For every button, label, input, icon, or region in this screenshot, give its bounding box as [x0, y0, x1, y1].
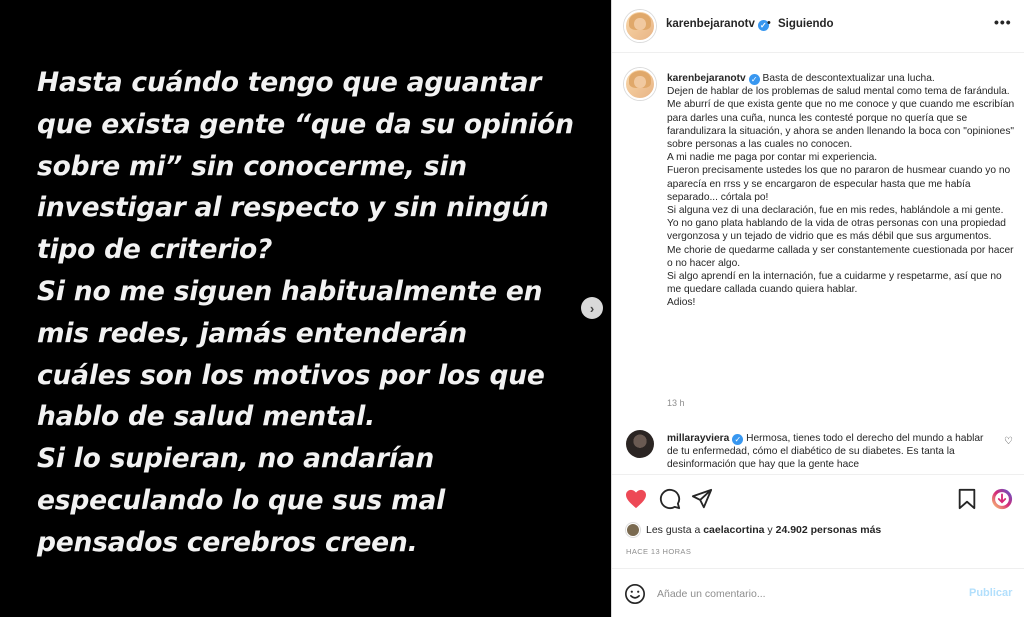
add-comment-bar: Publicar: [612, 568, 1024, 617]
header-separator: •: [767, 17, 771, 29]
caption-line: Si alguna vez di una declaración, fue en…: [667, 205, 1004, 217]
media-text-line: cuáles son los motivos por los que: [37, 359, 545, 391]
caption-line: Basta de descontextualizar una lucha.: [759, 73, 935, 84]
media-text-line: especulando lo que sus mal: [37, 484, 446, 516]
comment-like-heart-icon[interactable]: ♡: [1004, 436, 1013, 447]
commenter-username[interactable]: millarayviera: [667, 433, 729, 444]
post-time-ago[interactable]: HACE 13 HORAS: [626, 547, 691, 556]
post-panel: karenbejaranotv ✓ • Siguiendo ••• karenbe…: [611, 0, 1024, 617]
caption-author-avatar[interactable]: [624, 68, 656, 100]
media-text-line: mis redes, jamás entenderán: [37, 317, 467, 349]
verified-badge-icon: ✓: [748, 74, 760, 85]
caption-line: Si algo aprendí en la internación, fue a…: [667, 271, 1002, 296]
media-text-line: Hasta cuándo tengo que aguantar: [37, 67, 542, 98]
likes-count[interactable]: 24.902 personas más: [776, 524, 882, 536]
caption-line: Fueron precisamente ustedes los que no p…: [667, 165, 1011, 203]
media-text-line: pensados cerebros creen.: [37, 526, 418, 558]
caption-line: Me aburrí de que exista gente que no me …: [667, 99, 1015, 151]
media-text: Hasta cuándo tengo que aguantar que exist…: [37, 62, 597, 564]
download-extension-icon[interactable]: [990, 487, 1014, 511]
comment-bubble-icon[interactable]: [658, 487, 682, 511]
post-media[interactable]: Hasta cuándo tengo que aguantar que exist…: [0, 0, 611, 617]
commenter-avatar[interactable]: [626, 430, 654, 458]
author-username[interactable]: karenbejaranotv ✓: [666, 18, 769, 31]
caption-line: Yo no gano plata hablando de la vida de …: [667, 218, 1006, 243]
media-text-line: investigar al respecto y sin ningún: [37, 192, 549, 224]
author-avatar[interactable]: [624, 10, 656, 42]
media-text-line: Si lo supieran, no andarían: [37, 443, 435, 475]
comment-input[interactable]: [657, 585, 957, 603]
caption-text: karenbejaranotv ✓ Basta de descontextuali…: [667, 72, 1017, 310]
liker-username[interactable]: caelacortina: [703, 524, 764, 536]
likes-middle: y: [764, 524, 776, 536]
comments-scroll-area[interactable]: karenbejaranotv ✓ Basta de descontextuali…: [612, 54, 1024, 474]
caption-line: Dejen de hablar de los problemas de salu…: [667, 86, 1010, 98]
action-bar: [612, 474, 1024, 524]
author-username-text[interactable]: karenbejaranotv: [666, 18, 755, 30]
media-text-line: tipo de criterio?: [37, 234, 273, 266]
like-heart-icon[interactable]: [624, 487, 648, 511]
media-text-line: que exista gente “que da su opinión: [37, 108, 574, 140]
comment-text: millarayviera ✓ Hermosa, tienes todo el d…: [667, 432, 997, 472]
media-text-line: Si no me siguen habitualmente en: [37, 275, 543, 307]
publish-button[interactable]: Publicar: [969, 587, 1012, 599]
media-text-line: hablo de salud mental.: [37, 401, 375, 433]
verified-badge-icon: ✓: [732, 434, 744, 445]
caption-username[interactable]: karenbejaranotv: [667, 73, 746, 84]
media-text-line: sobre mi” sin conocerme, sin: [37, 150, 467, 182]
likes-prefix: Les gusta a: [646, 524, 704, 536]
caption-timestamp[interactable]: 13 h: [667, 398, 685, 408]
caption-line: Adios!: [667, 297, 696, 309]
caption-line: A mi nadie me paga por contar mi experie…: [667, 152, 878, 164]
emoji-smiley-icon[interactable]: [624, 583, 646, 605]
share-paper-plane-icon[interactable]: [690, 487, 714, 511]
post-header: karenbejaranotv ✓ • Siguiendo •••: [612, 0, 1024, 53]
following-button[interactable]: Siguiendo: [778, 18, 834, 30]
chevron-right-icon: ›: [589, 300, 595, 316]
likes-summary[interactable]: Les gusta a caelacortina y 24.902 person…: [626, 523, 881, 537]
caption-line: Me chorie de quedarme callada y ser cons…: [667, 244, 1014, 269]
save-bookmark-icon[interactable]: [955, 487, 979, 511]
liker-avatar: [626, 523, 640, 537]
next-media-button[interactable]: ›: [581, 297, 603, 319]
more-options-icon[interactable]: •••: [994, 14, 1012, 30]
